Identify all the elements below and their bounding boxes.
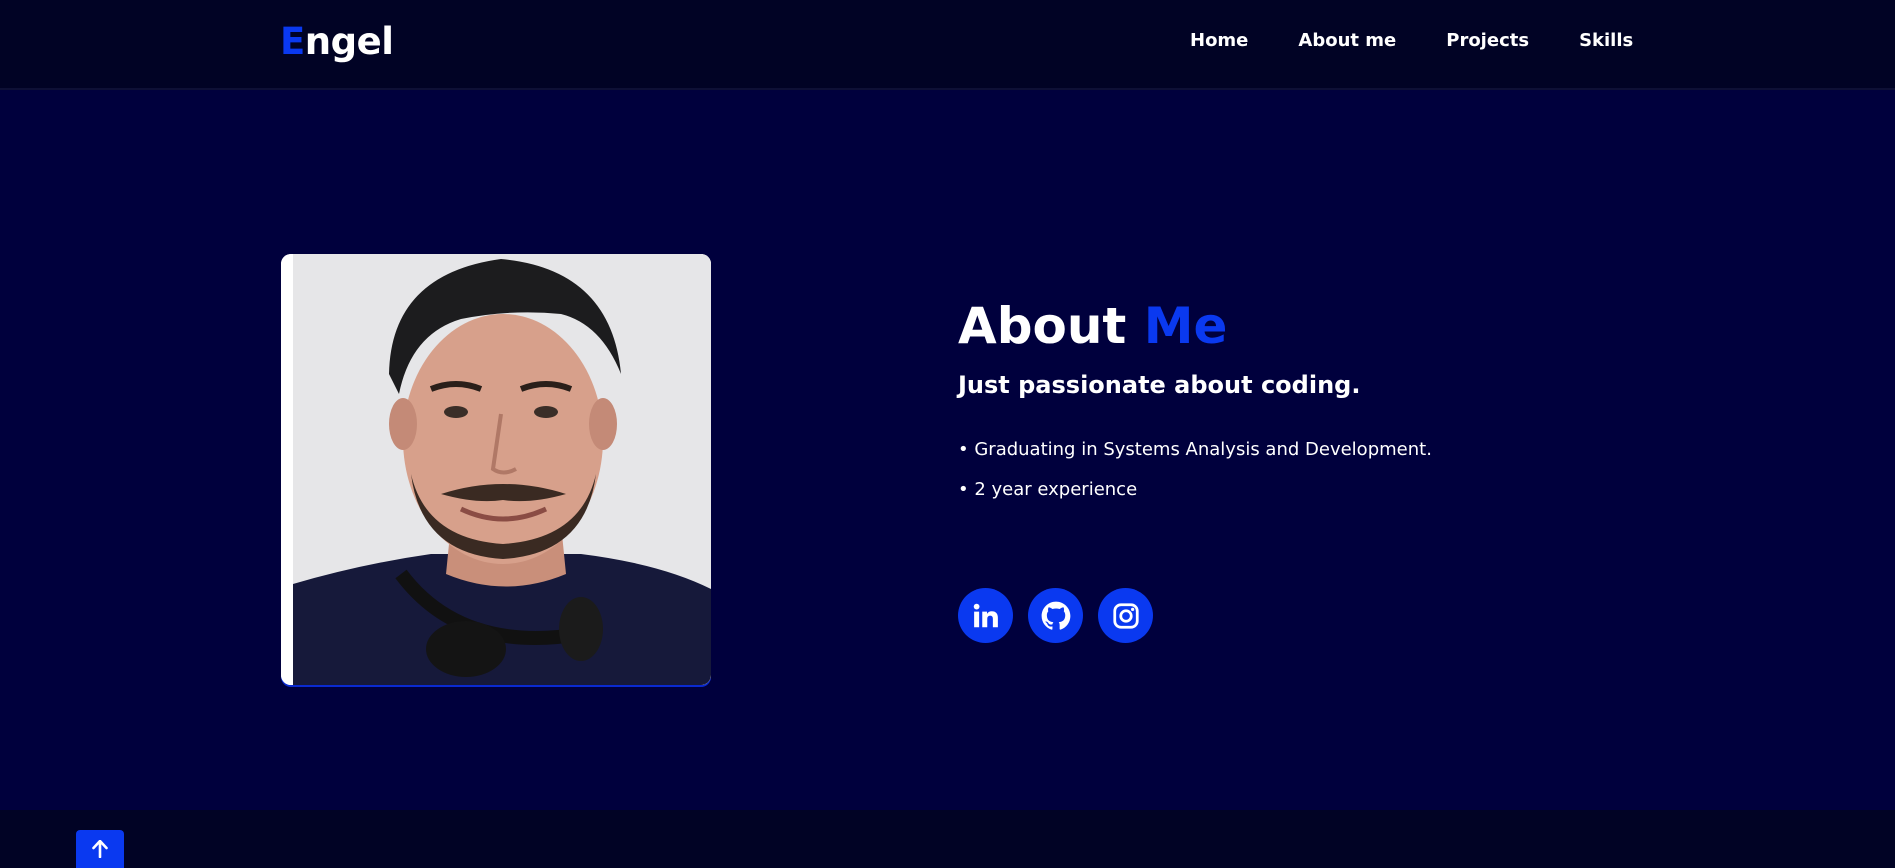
navbar: Engel Home About me Projects Skills	[0, 0, 1895, 90]
nav-links: Home About me Projects Skills	[1190, 30, 1683, 51]
github-icon	[1041, 601, 1070, 630]
about-title: About Me	[958, 297, 1227, 355]
linkedin-icon	[973, 603, 998, 627]
instagram-icon	[1112, 602, 1139, 629]
about-bullet: • 2 year experience	[958, 479, 1138, 500]
about-title-accent: Me	[1143, 297, 1228, 355]
about-bullet-list: • Graduating in Systems Analysis and Dev…	[958, 440, 1432, 520]
linkedin-button[interactable]	[958, 588, 1013, 643]
logo[interactable]: Engel	[280, 20, 394, 63]
nav-link-home[interactable]: Home	[1190, 30, 1248, 51]
instagram-button[interactable]	[1098, 588, 1153, 643]
nav-link-projects[interactable]: Projects	[1446, 30, 1529, 51]
github-button[interactable]	[1028, 588, 1083, 643]
logo-rest: ngel	[304, 20, 394, 63]
about-bullet: • Graduating in Systems Analysis and Dev…	[958, 439, 1432, 460]
scroll-to-top-button[interactable]	[76, 830, 124, 868]
about-subtitle: Just passionate about coding.	[958, 371, 1361, 399]
footer	[0, 810, 1895, 868]
nav-link-about-me[interactable]: About me	[1298, 30, 1396, 51]
profile-photo	[281, 254, 711, 685]
nav-link-skills[interactable]: Skills	[1579, 30, 1633, 51]
logo-initial: E	[280, 20, 305, 63]
social-links	[958, 588, 1153, 643]
about-title-main: About	[958, 297, 1127, 355]
arrow-up-icon	[92, 840, 108, 858]
profile-photo-illustration	[281, 254, 711, 685]
